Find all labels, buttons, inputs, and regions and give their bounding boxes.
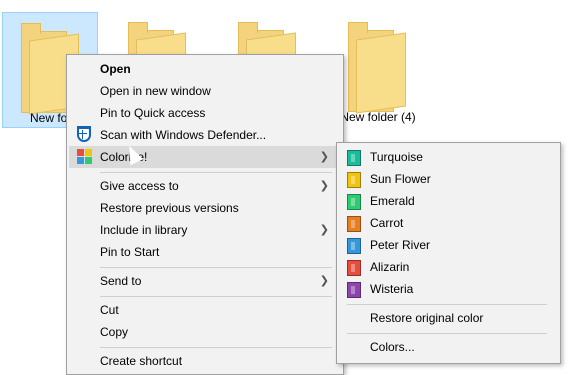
submenu-item-peter-river[interactable]: Peter River: [339, 234, 558, 256]
submenu-item-label: Restore original color: [370, 311, 484, 325]
menu-item-copy[interactable]: Copy: [69, 321, 341, 343]
menu-separator: [100, 296, 332, 297]
submenu-item-label: Turquoise: [370, 150, 423, 164]
menu-item-pin-quick-access[interactable]: Pin to Quick access: [69, 102, 341, 124]
menu-item-send-to[interactable]: Send to ❯: [69, 270, 341, 292]
folder-front: [356, 32, 406, 114]
menu-item-label: Scan with Windows Defender...: [100, 128, 267, 142]
submenu-item-restore-original[interactable]: Restore original color: [339, 307, 558, 329]
chevron-right-icon: ❯: [319, 275, 329, 287]
menu-item-colorize[interactable]: Colorize! ❯: [69, 146, 341, 168]
colorize-icon-blue: [77, 157, 84, 164]
chevron-right-icon: ❯: [319, 180, 329, 192]
menu-item-label: Pin to Quick access: [100, 106, 206, 120]
menu-item-cut[interactable]: Cut: [69, 299, 341, 321]
chevron-right-icon: ❯: [319, 151, 329, 163]
colorize-icon-green: [85, 157, 92, 164]
menu-item-scan-defender[interactable]: Scan with Windows Defender...: [69, 124, 341, 146]
submenu-item-turquoise[interactable]: Turquoise: [339, 146, 558, 168]
menu-item-give-access[interactable]: Give access to ❯: [69, 175, 341, 197]
folder-label: New folder (4): [340, 110, 416, 124]
menu-item-label: Copy: [100, 325, 129, 339]
folder-item-new-folder-4[interactable]: New folder (4): [330, 12, 426, 128]
colorize-icon: [77, 149, 93, 165]
submenu-item-label: Peter River: [370, 238, 431, 252]
menu-separator: [100, 347, 332, 348]
colorize-icon-yellow: [85, 149, 92, 156]
menu-item-pin-start[interactable]: Pin to Start: [69, 241, 341, 263]
folder-tab: [348, 22, 368, 33]
menu-separator: [100, 267, 332, 268]
submenu-item-emerald[interactable]: Emerald: [339, 190, 558, 212]
menu-item-label: Open: [100, 62, 131, 76]
color-swatch-icon: [347, 150, 361, 166]
folder-tab: [128, 22, 148, 33]
desktop: New fol New folder (4) Open Open in new …: [0, 0, 568, 375]
color-swatch-icon: [347, 238, 361, 254]
menu-item-label: Give access to: [100, 179, 179, 193]
menu-item-label: Include in library: [100, 223, 188, 237]
color-swatch-icon: [347, 260, 361, 276]
submenu-item-label: Colors...: [370, 340, 415, 354]
submenu-separator: [347, 333, 547, 334]
shield-icon: [77, 126, 91, 142]
submenu-item-label: Wisteria: [370, 282, 414, 296]
folder-tab: [238, 22, 258, 33]
submenu-item-label: Carrot: [370, 216, 404, 230]
submenu-item-sun-flower[interactable]: Sun Flower: [339, 168, 558, 190]
context-menu: Open Open in new window Pin to Quick acc…: [66, 54, 344, 375]
color-swatch-icon: [347, 282, 361, 298]
menu-item-label: Open in new window: [100, 84, 211, 98]
submenu-item-label: Sun Flower: [370, 172, 431, 186]
submenu-item-wisteria[interactable]: Wisteria: [339, 278, 558, 300]
menu-item-label: Send to: [100, 274, 142, 288]
submenu-item-label: Alizarin: [370, 260, 410, 274]
menu-item-restore-previous[interactable]: Restore previous versions: [69, 197, 341, 219]
menu-item-label: Cut: [100, 303, 119, 317]
menu-item-label: Create shortcut: [100, 354, 183, 368]
submenu-item-alizarin[interactable]: Alizarin: [339, 256, 558, 278]
menu-item-label: Pin to Start: [100, 245, 160, 259]
colorize-icon-red: [77, 149, 84, 156]
color-swatch-icon: [347, 216, 361, 232]
menu-item-label: Restore previous versions: [100, 201, 239, 215]
folder-tab: [21, 23, 41, 34]
menu-item-open[interactable]: Open: [69, 58, 341, 80]
color-swatch-icon: [347, 172, 361, 188]
submenu-item-carrot[interactable]: Carrot: [339, 212, 558, 234]
colorize-submenu: Turquoise Sun Flower Emerald Carrot Pete…: [336, 142, 561, 364]
menu-item-open-new-window[interactable]: Open in new window: [69, 80, 341, 102]
menu-item-create-shortcut[interactable]: Create shortcut: [69, 350, 341, 372]
menu-separator: [100, 172, 332, 173]
chevron-right-icon: ❯: [319, 224, 329, 236]
submenu-item-label: Emerald: [370, 194, 415, 208]
menu-item-include-library[interactable]: Include in library ❯: [69, 219, 341, 241]
folder-icon: [348, 22, 406, 114]
color-swatch-icon: [347, 194, 361, 210]
submenu-separator: [347, 304, 547, 305]
submenu-item-colors[interactable]: Colors...: [339, 336, 558, 358]
